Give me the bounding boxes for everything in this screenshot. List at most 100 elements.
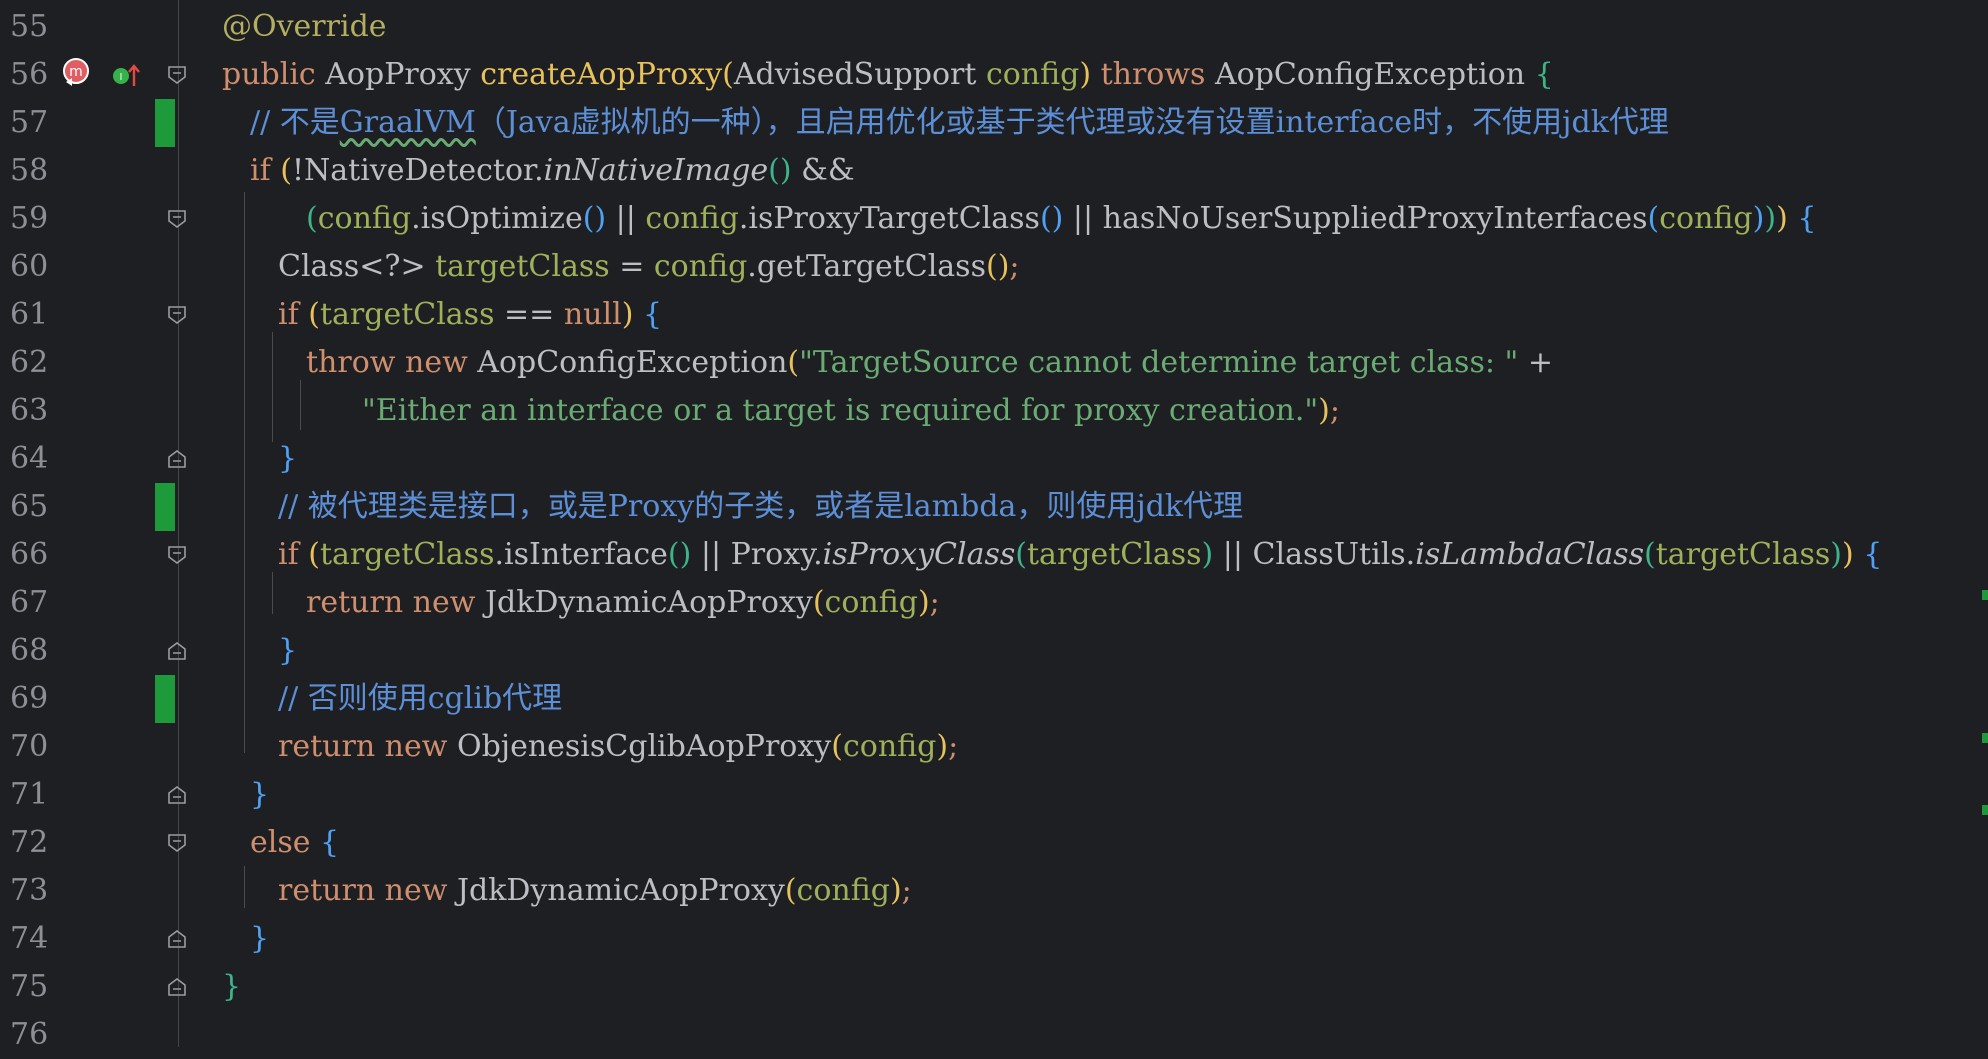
- line-number[interactable]: 55: [10, 3, 54, 51]
- code-line-56[interactable]: 56 m Ipublic AopProxy createAopProxy(Advis…: [0, 51, 1988, 99]
- code-text[interactable]: "Either an interface or a target is requ…: [362, 387, 1340, 435]
- line-number[interactable]: 65: [10, 483, 54, 531]
- code-token: ): [1318, 393, 1330, 428]
- code-token: ): [1201, 537, 1214, 572]
- code-text[interactable]: (config.isOptimize() || config.isProxyTa…: [306, 195, 1816, 243]
- code-line-62[interactable]: 62 throw new AopConfigException("TargetSo…: [0, 339, 1988, 387]
- line-number[interactable]: 71: [10, 771, 54, 819]
- fold-open-icon[interactable]: [166, 208, 188, 230]
- method-marker-icon[interactable]: m: [60, 56, 94, 90]
- line-number[interactable]: 64: [10, 435, 54, 483]
- code-text[interactable]: // 不是GraalVM（Java虚拟机的一种），且启用优化或基于类代理或没有设…: [250, 99, 1669, 147]
- code-line-66[interactable]: 66 if (targetClass.isInterface() || Proxy…: [0, 531, 1988, 579]
- code-token: ;: [1329, 393, 1340, 428]
- line-number[interactable]: 57: [10, 99, 54, 147]
- code-text[interactable]: return new JdkDynamicAopProxy(config);: [278, 867, 912, 915]
- code-line-67[interactable]: 67 return new JdkDynamicAopProxy(config);: [0, 579, 1988, 627]
- line-number[interactable]: 58: [10, 147, 54, 195]
- code-token: targetClass: [425, 249, 610, 284]
- scrollbar-change-marker[interactable]: [1982, 805, 1988, 815]
- code-line-71[interactable]: 71}: [0, 771, 1988, 819]
- fold-close-icon[interactable]: [166, 928, 188, 950]
- code-line-70[interactable]: 70 return new ObjenesisCglibAopProxy(conf…: [0, 723, 1988, 771]
- code-token: return new: [306, 585, 485, 620]
- line-number[interactable]: 69: [10, 675, 54, 723]
- code-token: "TargetSource cannot determine target cl…: [799, 345, 1519, 380]
- line-number[interactable]: 60: [10, 243, 54, 291]
- code-text[interactable]: throw new AopConfigException("TargetSour…: [306, 339, 1553, 387]
- scrollbar-change-marker[interactable]: [1982, 733, 1988, 743]
- code-text[interactable]: }: [250, 771, 269, 819]
- code-token: AopConfigException: [477, 345, 788, 380]
- code-text[interactable]: if (targetClass == null) {: [278, 291, 662, 339]
- implements-up-arrow-icon[interactable]: I: [110, 59, 144, 93]
- fold-close-icon[interactable]: [166, 640, 188, 662]
- fold-open-icon[interactable]: [166, 832, 188, 854]
- line-number[interactable]: 72: [10, 819, 54, 867]
- line-number[interactable]: 66: [10, 531, 54, 579]
- line-number[interactable]: 67: [10, 579, 54, 627]
- code-token: ): [1752, 201, 1765, 236]
- vcs-change-marker[interactable]: [155, 483, 175, 531]
- vcs-change-marker[interactable]: [155, 675, 175, 723]
- code-text[interactable]: Class<?> targetClass = config.getTargetC…: [278, 243, 1020, 291]
- code-line-76[interactable]: 76: [0, 1011, 1988, 1059]
- code-line-72[interactable]: 72 else {: [0, 819, 1988, 867]
- code-text[interactable]: }: [222, 963, 241, 1011]
- line-number[interactable]: 62: [10, 339, 54, 387]
- code-text[interactable]: return new ObjenesisCglibAopProxy(config…: [278, 723, 958, 771]
- code-line-57[interactable]: 57 // 不是GraalVM（Java虚拟机的一种），且启用优化或基于类代理或没…: [0, 99, 1988, 147]
- code-text[interactable]: }: [250, 915, 269, 963]
- code-text[interactable]: if (targetClass.isInterface() || Proxy.i…: [278, 531, 1882, 579]
- code-text[interactable]: if (!NativeDetector.inNativeImage() &&: [250, 147, 855, 195]
- code-line-55[interactable]: 55 @Override: [0, 3, 1988, 51]
- code-line-58[interactable]: 58 if (!NativeDetector.inNativeImage() &&: [0, 147, 1988, 195]
- code-token: // 被代理类是接口，或是Proxy的子类，或者是lambda，则使用jdk代理: [278, 489, 1244, 524]
- line-number[interactable]: 61: [10, 291, 54, 339]
- fold-close-icon[interactable]: [166, 448, 188, 470]
- code-line-63[interactable]: 63 "Either an interface or a target is re…: [0, 387, 1988, 435]
- code-token: if: [278, 297, 309, 332]
- scrollbar-change-marker[interactable]: [1982, 590, 1988, 600]
- code-token: ObjenesisCglibAopProxy: [456, 729, 832, 764]
- line-number[interactable]: 68: [10, 627, 54, 675]
- code-text[interactable]: }: [278, 627, 297, 675]
- code-text[interactable]: else {: [250, 819, 339, 867]
- code-token: (): [768, 153, 792, 188]
- code-text[interactable]: public AopProxy createAopProxy(AdvisedSu…: [222, 51, 1554, 99]
- code-line-68[interactable]: 68}: [0, 627, 1988, 675]
- code-line-59[interactable]: 59 (config.isOptimize() || config.isProxy…: [0, 195, 1988, 243]
- code-token: ): [936, 729, 949, 764]
- fold-close-icon[interactable]: [166, 976, 188, 998]
- code-text[interactable]: return new JdkDynamicAopProxy(config);: [306, 579, 940, 627]
- code-line-74[interactable]: 74}: [0, 915, 1988, 963]
- code-text[interactable]: @Override: [222, 3, 387, 51]
- line-number[interactable]: 59: [10, 195, 54, 243]
- code-token: || ClassUtils.: [1213, 537, 1416, 572]
- line-number[interactable]: 63: [10, 387, 54, 435]
- code-editor[interactable]: 55 @Override 56 m Ipublic AopProxy createAop…: [0, 0, 1988, 1052]
- code-line-60[interactable]: 60 Class<?> targetClass = config.getTarge…: [0, 243, 1988, 291]
- code-line-73[interactable]: 73 return new JdkDynamicAopProxy(config);: [0, 867, 1988, 915]
- code-line-75[interactable]: 75}: [0, 963, 1988, 1011]
- code-token: return new: [278, 729, 457, 764]
- code-text[interactable]: // 被代理类是接口，或是Proxy的子类，或者是lambda，则使用jdk代理: [278, 483, 1243, 531]
- code-line-69[interactable]: 69 // 否则使用cglib代理: [0, 675, 1988, 723]
- line-number[interactable]: 75: [10, 963, 54, 1011]
- code-text[interactable]: // 否则使用cglib代理: [278, 675, 562, 723]
- fold-open-icon[interactable]: [166, 544, 188, 566]
- fold-open-icon[interactable]: [166, 304, 188, 326]
- code-line-64[interactable]: 64}: [0, 435, 1988, 483]
- fold-close-icon[interactable]: [166, 784, 188, 806]
- vcs-change-marker[interactable]: [155, 99, 175, 147]
- line-number[interactable]: 76: [10, 1011, 54, 1059]
- line-number[interactable]: 73: [10, 867, 54, 915]
- code-line-61[interactable]: 61 if (targetClass == null) {: [0, 291, 1988, 339]
- code-token: config: [317, 201, 412, 236]
- code-text[interactable]: }: [278, 435, 297, 483]
- fold-open-icon[interactable]: [166, 64, 188, 86]
- line-number[interactable]: 56: [10, 51, 54, 99]
- line-number[interactable]: 74: [10, 915, 54, 963]
- code-line-65[interactable]: 65 // 被代理类是接口，或是Proxy的子类，或者是lambda，则使用jdk…: [0, 483, 1988, 531]
- line-number[interactable]: 70: [10, 723, 54, 771]
